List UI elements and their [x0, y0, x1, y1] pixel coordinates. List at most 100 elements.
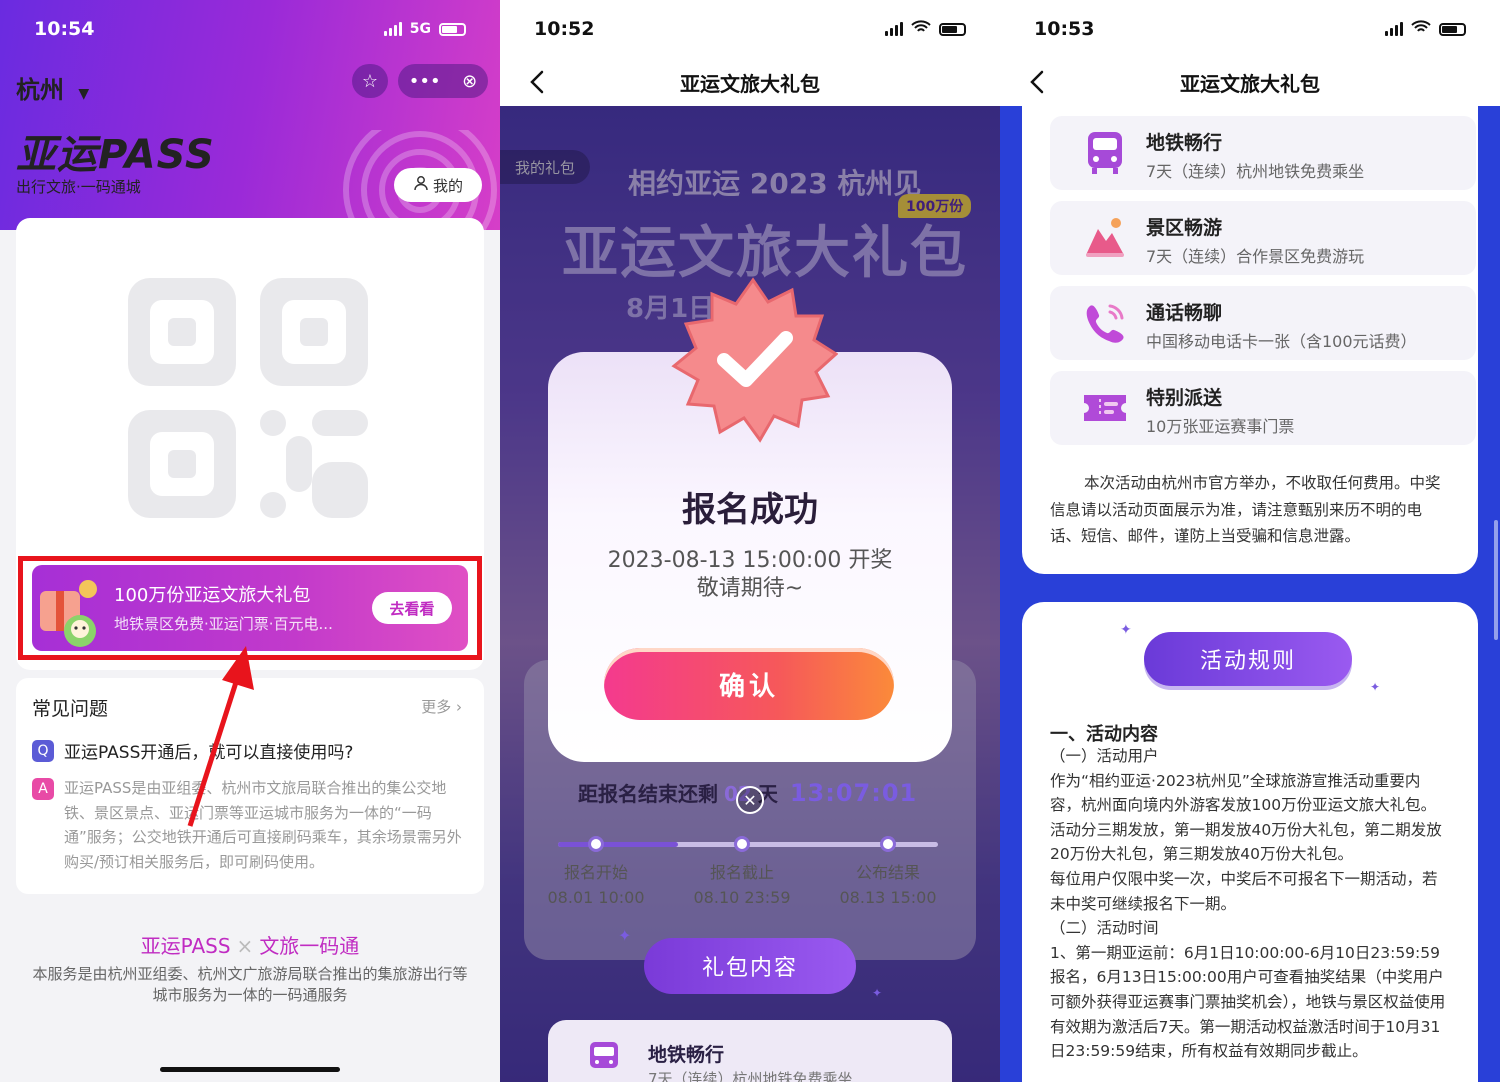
feature-title: 景区畅游 [1146, 217, 1223, 239]
question-badge-icon: Q [32, 740, 54, 762]
home-indicator [160, 1067, 340, 1072]
countdown-time: 13:07:01 [789, 779, 918, 807]
battery-icon [1439, 22, 1466, 36]
step-time: 08.01 10:00 [547, 888, 645, 907]
rules-header-button[interactable]: 活动规则 [1144, 632, 1352, 686]
metro-icon [1088, 132, 1122, 174]
feature-title: 通话畅聊 [1146, 302, 1223, 324]
step-dot [734, 836, 750, 852]
sparkle-icon: ✦ [1370, 680, 1381, 694]
feature-ticket: 特别派送 10万张亚运赛事门票 [1050, 371, 1476, 445]
faq-header: 常见问题 [32, 698, 109, 720]
panel-yayun-pass-home: 10:54 5G 杭州 ▼ ☆ ••• ⊗ 亚运PASS 出行文旅·一码通城 我… [0, 0, 500, 1082]
step-dot [588, 836, 604, 852]
modal-stay-tuned: 敬请期待~ [696, 576, 804, 601]
feature-title: 地铁畅行 [1146, 132, 1223, 154]
feature-title: 特别派送 [1146, 387, 1223, 409]
progress-fill [558, 842, 678, 847]
user-icon [413, 175, 429, 195]
status-bar: 10:52 [500, 0, 1000, 58]
rules-subtitle: （二）活动时间 [1050, 919, 1159, 938]
footer-brand: 亚运PASS × 文旅一码通 [0, 930, 500, 959]
modal-title: 报名成功 [682, 490, 818, 530]
step-name: 报名截止 [709, 863, 774, 882]
footer-brand-left: 亚运PASS [140, 934, 231, 958]
step-name: 公布结果 [855, 863, 920, 882]
network-label: 5G [409, 21, 431, 37]
wifi-icon [1411, 20, 1431, 38]
chevron-right-icon: › [456, 698, 462, 716]
rules-paragraph: 1、第一期亚运前：6月1日10:00:00-6月10日23:59:59报名，6月… [1050, 943, 1446, 1061]
feature-desc: 10万张亚运赛事门票 [1146, 417, 1295, 436]
step-name: 报名开始 [563, 863, 628, 882]
wifi-icon [911, 20, 931, 38]
footer-brand-right: 文旅一码通 [259, 934, 360, 958]
feature-phone: 通话畅聊 中国移动电话卡一张（含100元话费） [1050, 286, 1476, 360]
ticket-icon [1084, 395, 1126, 421]
feature-desc: 7天（连续）杭州地铁免费乘坐 [648, 1070, 853, 1082]
check-badge-icon [671, 277, 838, 443]
faq-question-text: 亚运PASS开通后，就可以直接使用吗? [64, 743, 354, 763]
mine-label: 我的 [432, 176, 463, 195]
highlight-box [18, 556, 482, 660]
step-time: 08.13 15:00 [839, 888, 937, 907]
faq-card: 常见问题 更多 › Q 亚运PASS开通后，就可以直接使用吗? A 亚运PASS… [16, 678, 484, 894]
step-result: 公布结果 08.13 15:00 [828, 860, 948, 910]
faq-answer: A 亚运PASS是由亚组委、杭州市文旅局联合推出的集公交地铁、景区景点、亚运门票… [32, 776, 468, 874]
official-notice: 本次活动由杭州市官方举办，不收取任何费用。中奖信息请以活动页面展示为准，请注意甄… [1050, 474, 1441, 545]
battery-icon [939, 22, 966, 36]
star-icon[interactable]: ☆ [352, 64, 388, 98]
faq-answer-text: 亚运PASS是由亚组委、杭州市文旅局联合推出的集公交地铁、景区景点、亚运门票等亚… [64, 779, 462, 871]
mini-app-capsule: ☆ ••• ⊗ [352, 64, 488, 98]
status-time: 10:52 [534, 18, 595, 40]
status-bar: 10:54 5G [0, 0, 500, 58]
status-bar: 10:53 [1000, 0, 1500, 58]
more-icon[interactable]: ••• [409, 71, 441, 92]
close-icon[interactable]: ✕ [736, 786, 764, 814]
rules-subtitle: （一）活动用户 [1050, 747, 1159, 765]
city-label: 杭州 [16, 76, 64, 104]
scrollbar[interactable] [1494, 520, 1498, 640]
feature-title: 地铁畅行 [648, 1044, 725, 1066]
feature-desc: 中国移动电话卡一张（含100元话费） [1146, 332, 1417, 351]
step-time: 08.10 23:59 [693, 888, 791, 907]
chevron-down-icon: ▼ [78, 86, 90, 102]
capsule-menu: ••• ⊗ [398, 64, 488, 98]
sparkle-icon: ✦ [872, 986, 883, 1000]
panel-register-success: 我的礼包 相约亚运 2023 杭州见 亚运文旅大礼包 8月1日 100万份 距报… [500, 0, 1000, 1082]
feature-scenic: 景区畅游 7天（连续）合作景区免费游玩 [1050, 201, 1476, 275]
confirm-button[interactable]: 确认 [604, 648, 894, 720]
footer-brand-x: × [236, 934, 254, 958]
step-dot [880, 836, 896, 852]
signal-icon [885, 22, 903, 36]
sparkle-icon: ✦ [618, 926, 632, 945]
signal-icon [1385, 22, 1403, 36]
metro-icon [590, 1042, 618, 1068]
app-logo: 亚运PASS [16, 132, 215, 178]
sparkle-icon: ✦ [1120, 622, 1132, 638]
status-time: 10:53 [1034, 18, 1095, 40]
page-title: 亚运文旅大礼包 [680, 71, 820, 96]
qr-code-placeholder-icon [128, 278, 368, 518]
battery-icon [439, 22, 466, 36]
feature-desc: 7天（连续）杭州地铁免费乘坐 [1146, 162, 1365, 181]
rules-paragraph: 每位用户仅限中奖一次，中奖后不可报名下一期活动，若未中奖可继续报名下一期。 [1050, 869, 1438, 913]
feature-desc: 7天（连续）合作景区免费游玩 [1146, 247, 1365, 266]
faq-question[interactable]: Q 亚运PASS开通后，就可以直接使用吗? [32, 738, 353, 763]
step-start: 报名开始 08.01 10:00 [536, 860, 656, 910]
faq-more-label: 更多 [421, 698, 452, 716]
rules-body: （一）活动用户 作为“相约亚运·2023杭州见”全球旅游宣推活动重要内容，杭州面… [1050, 744, 1450, 1064]
faq-more-link[interactable]: 更多 › [421, 696, 462, 717]
scenic-icon [1086, 218, 1124, 257]
city-selector[interactable]: 杭州 ▼ [16, 70, 89, 105]
answer-badge-icon: A [32, 778, 54, 800]
rules-paragraph: 作为“相约亚运·2023杭州见”全球旅游宣推活动重要内容，杭州面向境内外游客发放… [1050, 771, 1442, 864]
mine-button[interactable]: 我的 [394, 168, 482, 202]
phone-icon [1086, 304, 1124, 343]
gift-content-button[interactable]: 礼包内容 [644, 938, 856, 994]
feature-metro: 地铁畅行 7天（连续）杭州地铁免费乘坐 [1050, 116, 1476, 190]
close-icon[interactable]: ⊗ [462, 71, 477, 92]
page-title: 亚运文旅大礼包 [1180, 71, 1320, 96]
app-subtitle: 出行文旅·一码通城 [16, 178, 141, 196]
footer-desc: 本服务是由杭州亚组委、杭州文广旅游局联合推出的集旅游出行等城市服务为一体的一码通… [32, 965, 468, 1004]
